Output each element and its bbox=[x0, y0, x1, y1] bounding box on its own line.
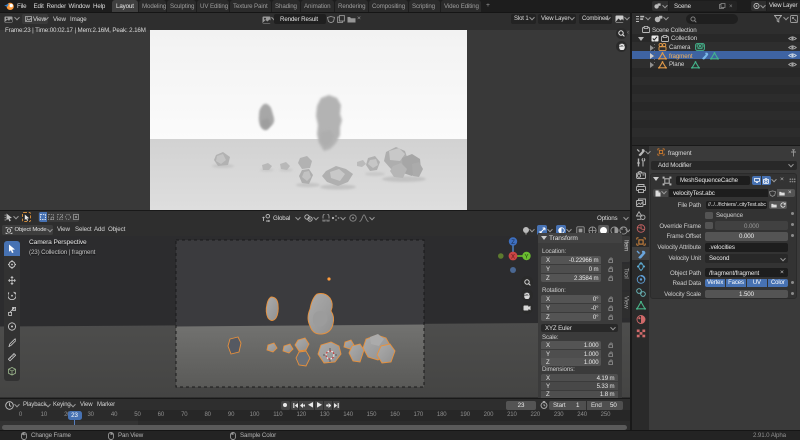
svg-text:Z: Z bbox=[511, 240, 515, 246]
svg-text:Y: Y bbox=[525, 254, 529, 260]
svg-text:X: X bbox=[511, 254, 515, 260]
